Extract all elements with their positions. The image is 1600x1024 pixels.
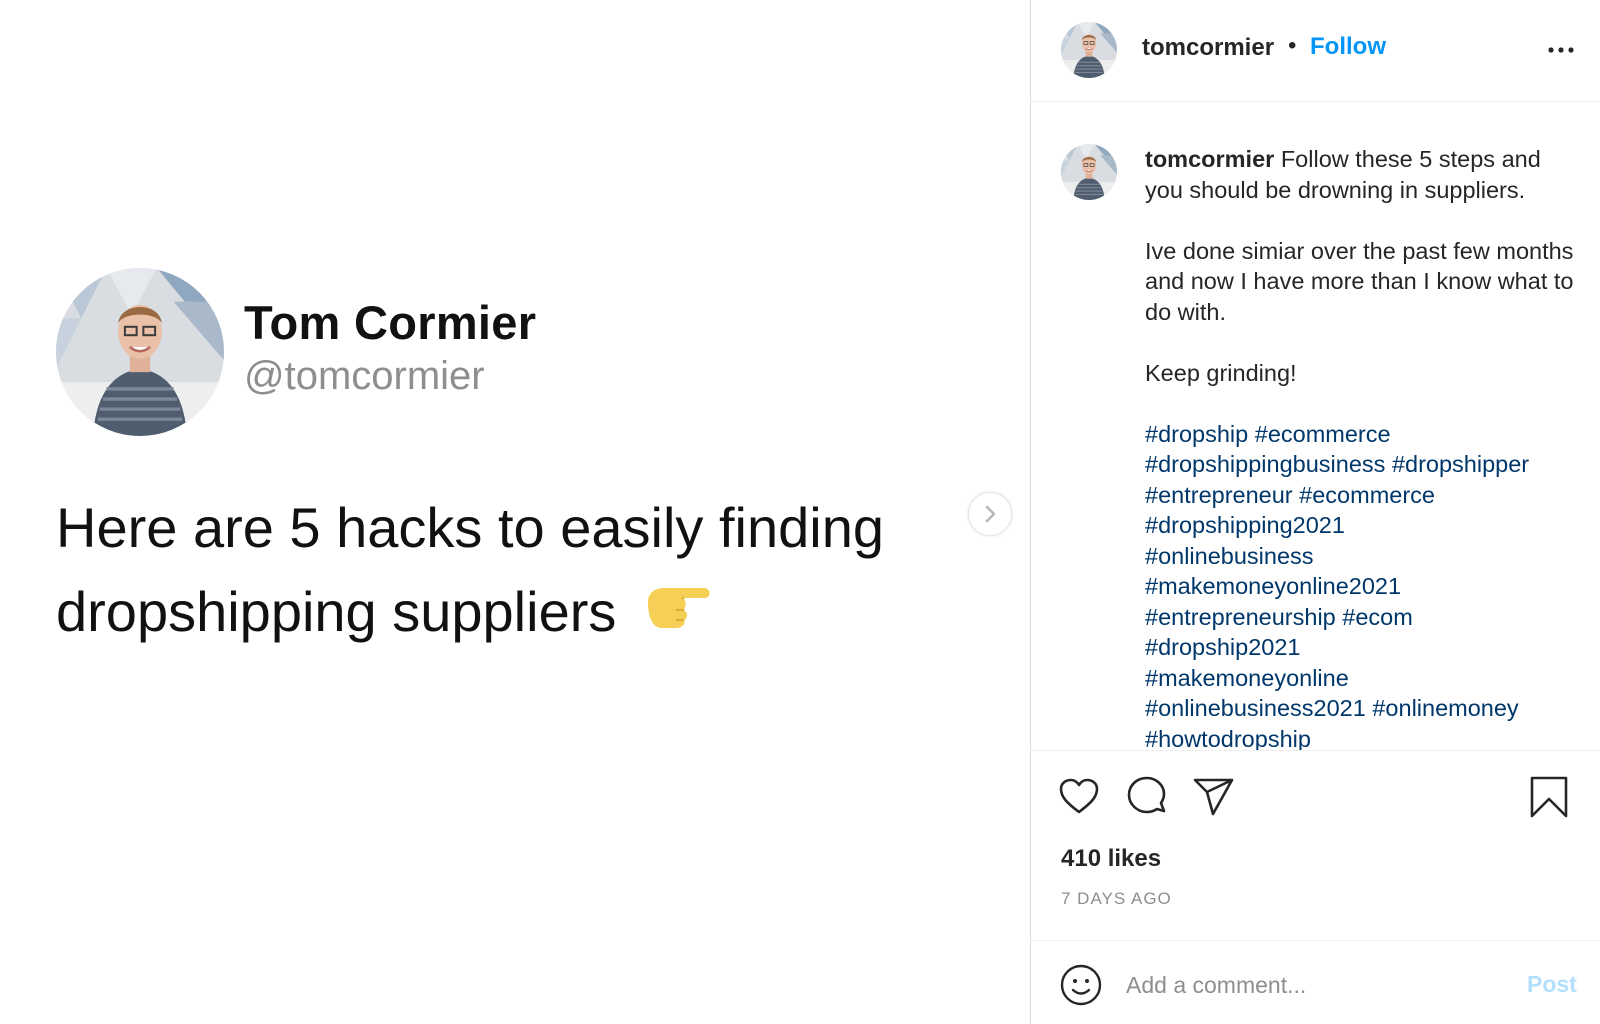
- hashtag-link[interactable]: #onlinebusiness: [1145, 543, 1314, 569]
- hashtag-link[interactable]: #dropship2021: [1145, 634, 1301, 660]
- heart-icon[interactable]: [1057, 775, 1101, 819]
- tweet-text: Here are 5 hacks to easily finding drops…: [56, 486, 956, 654]
- hashtag-link[interactable]: #makemoneyonline2021: [1145, 573, 1401, 599]
- tweet-avatar: [56, 268, 224, 436]
- hashtag-link[interactable]: #entrepreneurship: [1145, 604, 1336, 630]
- hashtag-link[interactable]: #dropshippingbusiness: [1145, 451, 1385, 477]
- hashtag-link[interactable]: #makemoneyonline: [1145, 665, 1349, 691]
- hashtag-link[interactable]: #dropship: [1145, 421, 1248, 447]
- post-comment-button[interactable]: Post: [1527, 971, 1577, 998]
- avatar[interactable]: [1061, 22, 1117, 78]
- hashtag-link[interactable]: #ecommerce: [1299, 482, 1435, 508]
- share-icon[interactable]: [1191, 775, 1235, 819]
- likes-count[interactable]: 410 likes: [1061, 845, 1161, 873]
- header-separator: •: [1288, 32, 1297, 59]
- caption-scroll-area[interactable]: tomcormier Follow these 5 steps and you …: [1031, 102, 1600, 750]
- post-sidebar: tomcormier • Follow tomcormier Follow th…: [1030, 0, 1600, 1024]
- comment-icon[interactable]: [1125, 775, 1169, 819]
- caption-first-paragraph: tomcormier Follow these 5 steps and you …: [1145, 144, 1575, 205]
- caption-avatar[interactable]: [1061, 144, 1117, 200]
- caption-username[interactable]: tomcormier: [1145, 146, 1274, 172]
- hashtag-link[interactable]: #dropshipping2021: [1145, 512, 1345, 538]
- hashtag-link[interactable]: #ecom: [1342, 604, 1413, 630]
- post-media: Tom Cormier @tomcormier Here are 5 hacks…: [0, 0, 1030, 1024]
- tweet-author-handle: @tomcormier: [244, 354, 485, 398]
- header-username[interactable]: tomcormier: [1142, 34, 1274, 62]
- hashtag-link[interactable]: #onlinemoney: [1372, 695, 1518, 721]
- hashtag-link[interactable]: #ecommerce: [1255, 421, 1391, 447]
- post-timestamp[interactable]: 7 DAYS AGO: [1061, 889, 1172, 909]
- tweet-author-name: Tom Cormier: [244, 296, 537, 349]
- caption-line-2: Ive done simiar over the past few months…: [1145, 237, 1574, 325]
- hashtag-link[interactable]: #entrepreneur: [1145, 482, 1293, 508]
- hashtag-block: #dropship #ecommerce #dropshippingbusine…: [1145, 419, 1575, 751]
- tweet-header: Tom Cormier @tomcormier: [56, 268, 536, 436]
- pointing-right-hand-icon: [642, 569, 714, 653]
- tweet-names: Tom Cormier @tomcormier: [244, 296, 536, 400]
- hashtag-link[interactable]: #onlinebusiness2021: [1145, 695, 1366, 721]
- caption-line-3: Keep grinding!: [1145, 359, 1297, 386]
- more-options-icon[interactable]: [1541, 30, 1581, 70]
- next-slide-button[interactable]: [968, 492, 1012, 536]
- post-header: tomcormier • Follow: [1031, 0, 1600, 102]
- comment-input[interactable]: [1126, 963, 1496, 1007]
- tweet-text-content: Here are 5 hacks to easily finding drops…: [56, 496, 884, 643]
- hashtag-link[interactable]: #dropshipper: [1392, 451, 1529, 477]
- bookmark-icon[interactable]: [1527, 775, 1571, 819]
- follow-button[interactable]: Follow: [1310, 33, 1386, 61]
- hashtag-link[interactable]: #howtodropship: [1145, 726, 1311, 751]
- action-bar: 410 likes 7 DAYS AGO: [1031, 750, 1600, 940]
- emoji-picker-icon[interactable]: [1059, 963, 1103, 1007]
- post-caption: tomcormier Follow these 5 steps and you …: [1145, 144, 1575, 750]
- chevron-right-icon: [985, 505, 996, 523]
- comment-bar: Post: [1031, 940, 1600, 1024]
